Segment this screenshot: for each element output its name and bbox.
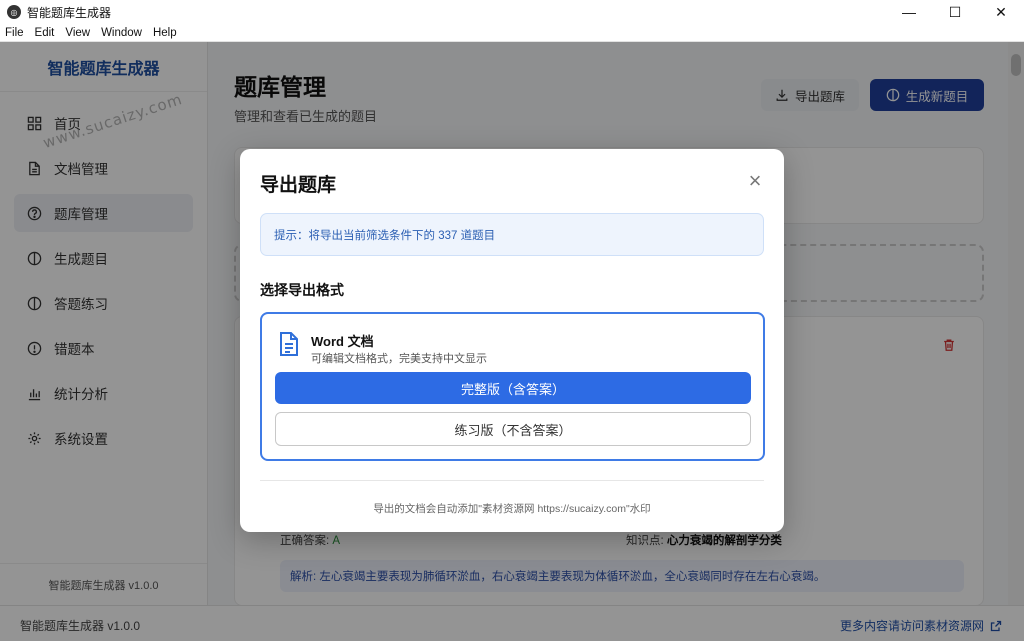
maximize-button[interactable]: ☐ (932, 0, 978, 24)
menu-window[interactable]: Window (96, 27, 148, 39)
menu-bar: File Edit View Window Help (0, 24, 1024, 42)
format-description: 可编辑文档格式，完美支持中文显示 (311, 353, 487, 365)
close-icon[interactable]: × (744, 168, 766, 193)
menu-view[interactable]: View (60, 27, 96, 39)
window-title: 智能题库生成器 (27, 5, 112, 20)
close-window-button[interactable]: ✕ (978, 0, 1024, 24)
window-controls: — ☐ ✕ (886, 0, 1024, 24)
menu-file[interactable]: File (0, 27, 30, 39)
export-practice-button[interactable]: 练习版（不含答案） (275, 412, 751, 446)
dialog-divider (260, 480, 764, 481)
menu-edit[interactable]: Edit (30, 27, 61, 39)
word-format-option[interactable]: Word 文档 可编辑文档格式，完美支持中文显示 完整版（含答案） 练习版（不含… (260, 312, 765, 461)
app-icon: ◎ (7, 5, 21, 19)
export-dialog: 导出题库 × 提示：将导出当前筛选条件下的 337 道题目 选择导出格式 Wor… (240, 149, 784, 532)
dialog-footer-note: 导出的文档会自动添加"素材资源网 https://sucaizy.com"水印 (373, 503, 651, 515)
format-name: Word 文档 (311, 334, 374, 349)
word-document-icon (278, 331, 300, 357)
title-bar: ◎ 智能题库生成器 — ☐ ✕ (0, 0, 1024, 24)
export-full-button[interactable]: 完整版（含答案） (275, 372, 751, 404)
menu-help[interactable]: Help (148, 27, 183, 39)
dialog-title: 导出题库 (260, 175, 337, 196)
format-section-title: 选择导出格式 (260, 282, 344, 298)
minimize-button[interactable]: — (886, 0, 932, 24)
export-tip: 提示：将导出当前筛选条件下的 337 道题目 (260, 213, 764, 256)
